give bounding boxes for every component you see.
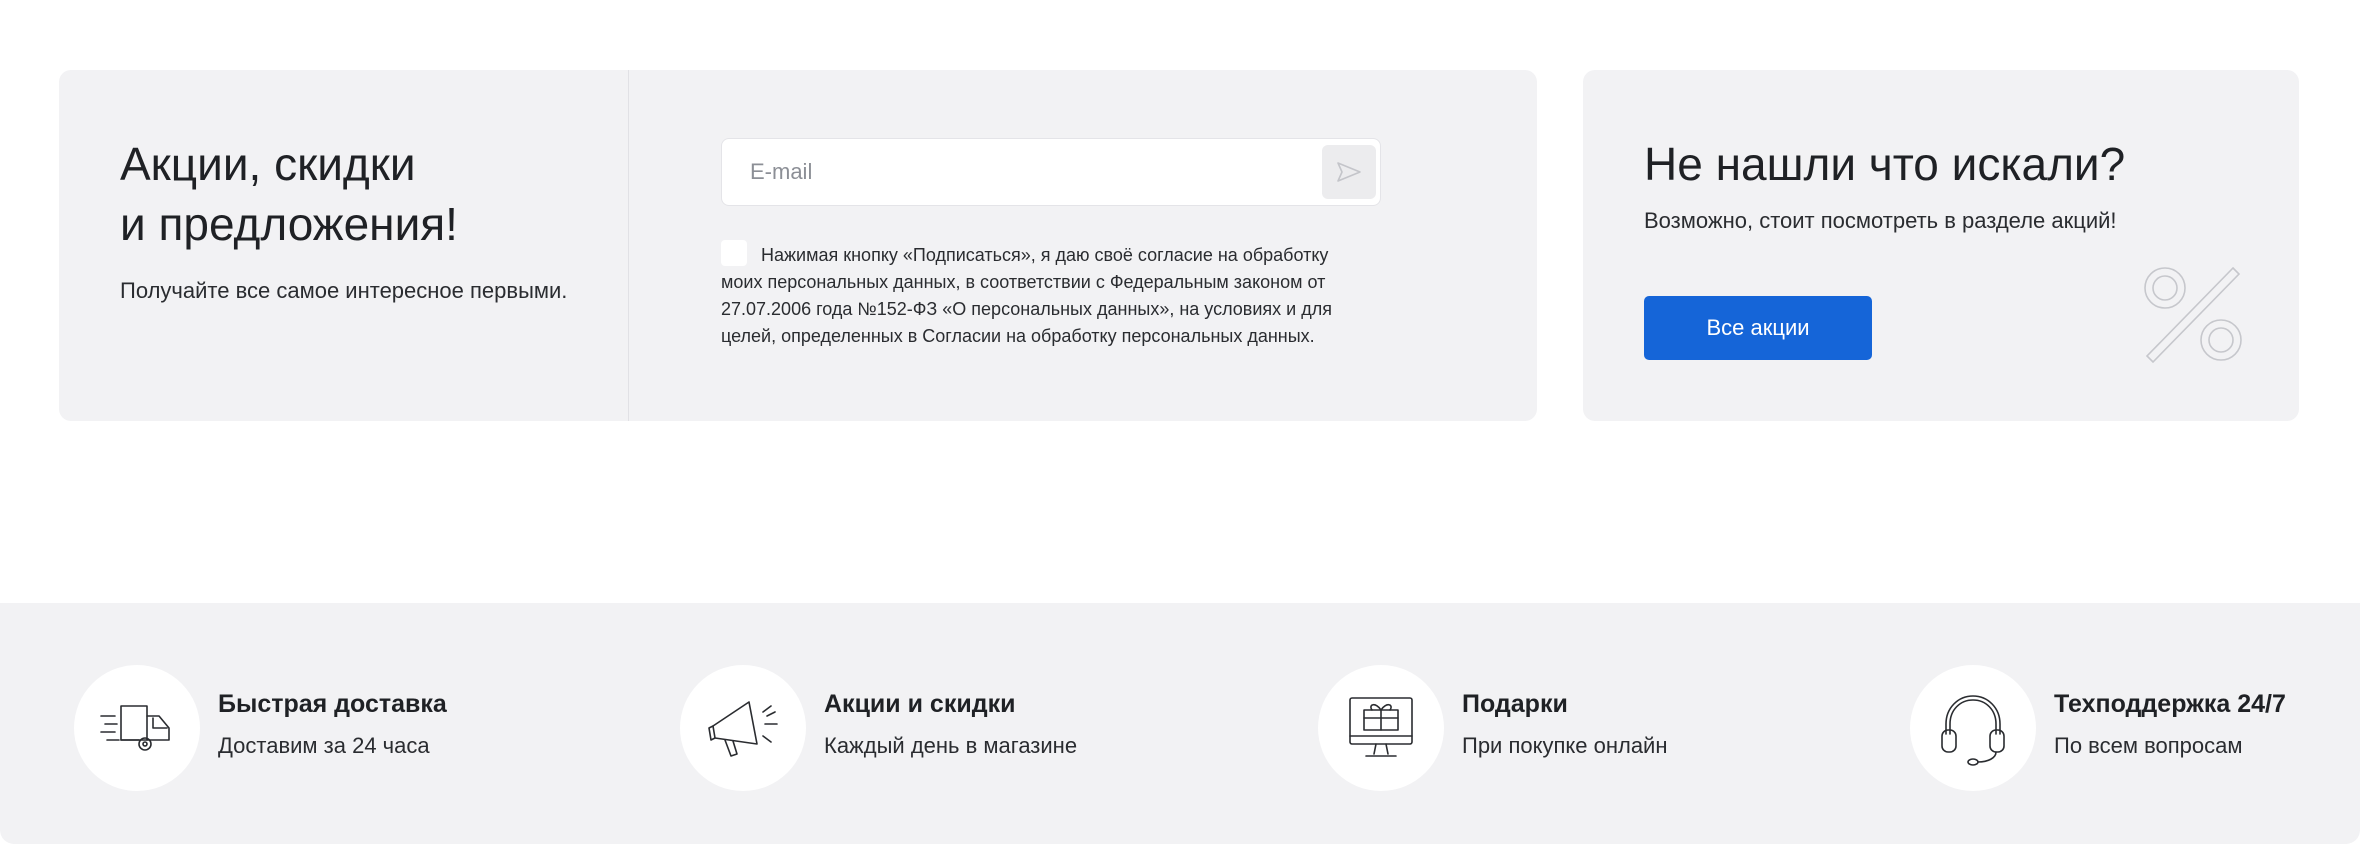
feature-icon-circle [1318,665,1444,791]
subscribe-title-line1: Акции, скидки [120,138,416,190]
consent-block: Нажимая кнопку «Подписаться», я даю своё… [721,240,1361,350]
promo-text: Возможно, стоит посмотреть в разделе акц… [1644,208,2117,233]
subscribe-title: Акции, скидки и предложения! [120,134,628,254]
feature-icon-circle [680,665,806,791]
feature-title: Быстрая доставка [218,689,447,718]
feature-item: Подарки При покупке онлайн [1318,665,1668,791]
subscribe-subtitle: Получайте все самое интересное первыми. [120,278,568,303]
feature-icon-circle [1910,665,2036,791]
delivery-truck-icon [100,705,170,751]
subscribe-form: Нажимая кнопку «Подписаться», я даю своё… [629,70,1537,421]
email-field-wrapper [721,138,1381,206]
feature-text: Техподдержка 24/7 По всем вопросам [2054,690,2286,759]
feature-title: Техподдержка 24/7 [2054,689,2286,718]
feature-subtitle: По всем вопросам [2054,732,2243,758]
consent-text: Нажимая кнопку «Подписаться», я даю своё… [721,245,1332,346]
promo-card: Не нашли что искали? Возможно, стоит пос… [1583,70,2299,421]
feature-subtitle: Доставим за 24 часа [218,732,430,758]
subscribe-title-line2: и предложения! [120,198,458,250]
subscribe-card: Акции, скидки и предложения! Получайте в… [59,70,1537,421]
all-promotions-button[interactable]: Все акции [1644,296,1872,360]
feature-text: Акции и скидки Каждый день в магазине [824,690,1078,759]
feature-title: Подарки [1462,689,1568,718]
subscribe-send-button[interactable] [1322,145,1376,199]
feature-item: Техподдержка 24/7 По всем вопросам [1910,665,2286,791]
megaphone-icon [708,701,778,757]
feature-title: Акции и скидки [824,689,1016,718]
features-strip: Быстрая доставка Доставим за 24 часа Акц… [0,603,2360,844]
feature-item: Акции и скидки Каждый день в магазине [680,665,1077,791]
percent-icon [2144,266,2242,364]
feature-text: Быстрая доставка Доставим за 24 часа [218,690,447,759]
feature-text: Подарки При покупке онлайн [1462,690,1668,759]
feature-subtitle: При покупке онлайн [1462,732,1668,758]
email-input[interactable] [722,139,1312,205]
promo-title: Не нашли что искали? [1644,138,2126,190]
gift-monitor-icon [1349,697,1413,757]
feature-item: Быстрая доставка Доставим за 24 часа [74,665,447,791]
subscribe-intro: Акции, скидки и предложения! Получайте в… [59,70,629,421]
headset-icon [1941,695,2005,766]
feature-subtitle: Каждый день в магазине [824,732,1078,758]
send-arrow-icon [1337,162,1361,182]
feature-icon-circle [74,665,200,791]
